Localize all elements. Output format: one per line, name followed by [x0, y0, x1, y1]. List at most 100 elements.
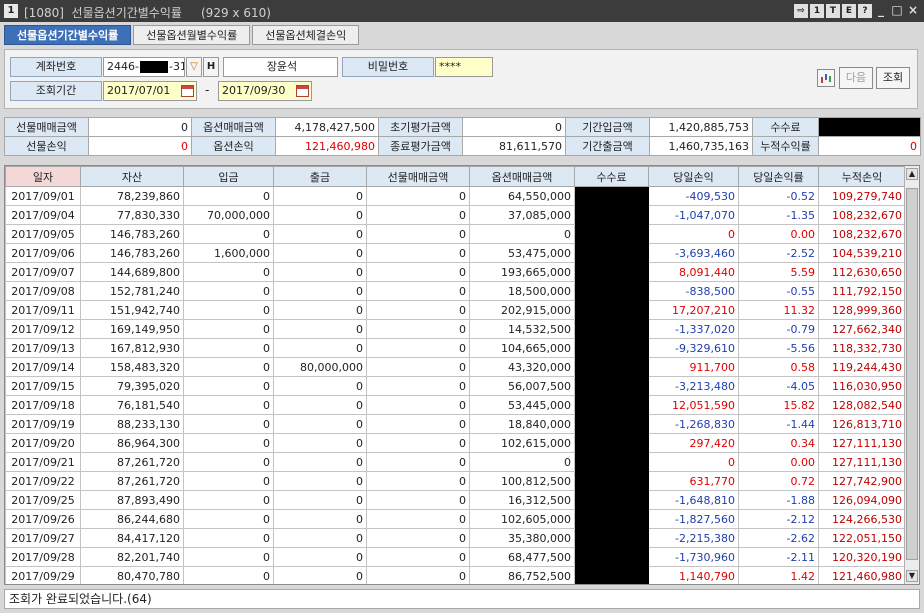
table-row[interactable]: 2017/09/08 152,781,240 0 0 0 18,500,000 -838,5… — [5, 281, 906, 301]
cell-date: 2017/09/01 — [5, 186, 81, 206]
cell-options-amount: 102,615,000 — [469, 433, 575, 453]
futures-trade-amount-label: 선물매매금액 — [4, 117, 89, 137]
cell-deposit: 0 — [183, 528, 274, 548]
cell-daily-pnl: -9,329,610 — [648, 338, 739, 358]
daily-pnl-grid[interactable]: 일자 자산 입금 출금 선물매매금액 옵션매매금액 수수료 당일손익 당일손익률… — [4, 165, 920, 585]
dropdown-arrow-icon[interactable]: ▽ — [186, 57, 202, 77]
query-button[interactable]: 조회 — [876, 67, 910, 89]
table-row[interactable]: 2017/09/12 169,149,950 0 0 0 14,532,500 -1,337… — [5, 319, 906, 339]
col-header-cumulative-pnl[interactable]: 누적손익 — [818, 166, 906, 187]
cell-daily-pnl: 297,420 — [648, 433, 739, 453]
date-from-field[interactable]: 2017/07/01 — [103, 81, 197, 101]
chart-icon[interactable] — [817, 69, 835, 87]
date-to-field[interactable]: 2017/09/30 — [218, 81, 312, 101]
link-icon[interactable]: ⇨ — [794, 4, 808, 18]
cell-options-amount: 100,812,500 — [469, 471, 575, 491]
table-row[interactable]: 2017/09/25 87,893,490 0 0 0 16,312,500 -1,648,… — [5, 490, 906, 510]
table-row[interactable]: 2017/09/21 87,261,720 0 0 0 0 0 0.00 127,111,130 — [5, 452, 906, 472]
scroll-down-icon[interactable]: ▼ — [906, 570, 918, 582]
cell-fee — [574, 528, 649, 548]
table-row[interactable]: 2017/09/05 146,783,260 0 0 0 0 0 0.00 108,232,67… — [5, 224, 906, 244]
cell-withdrawal: 80,000,000 — [273, 357, 367, 377]
cell-futures-amount: 0 — [366, 471, 470, 491]
table-row[interactable]: 2017/09/01 78,239,860 0 0 0 64,550,000 -409,53… — [5, 186, 906, 206]
final-valuation-label: 종료평가금액 — [378, 136, 463, 156]
password-label: 비밀번호 — [342, 57, 434, 77]
cell-cumulative-pnl: 127,111,130 — [818, 433, 906, 453]
close-button[interactable]: × — [906, 4, 920, 18]
col-header-assets[interactable]: 자산 — [80, 166, 184, 187]
history-icon[interactable]: H — [203, 57, 219, 77]
table-row[interactable]: 2017/09/18 76,181,540 0 0 0 53,445,000 12,051,… — [5, 395, 906, 415]
cell-fee — [574, 414, 649, 434]
cell-assets: 77,830,330 — [80, 205, 184, 225]
col-header-futures-amount[interactable]: 선물매매금액 — [366, 166, 470, 187]
cell-deposit: 0 — [183, 452, 274, 472]
table-row[interactable]: 2017/09/04 77,830,330 70,000,000 0 0 37,085,0… — [5, 205, 906, 225]
cell-cumulative-pnl: 127,662,340 — [818, 319, 906, 339]
table-row[interactable]: 2017/09/26 86,244,680 0 0 0 102,605,000 -1,827… — [5, 509, 906, 529]
col-header-options-amount[interactable]: 옵션매매금액 — [469, 166, 575, 187]
col-header-deposit[interactable]: 입금 — [183, 166, 274, 187]
cell-daily-pnl: 0 — [648, 452, 739, 472]
maximize-button[interactable]: □ — [890, 4, 904, 18]
options-trade-amount-label: 옵션매매금액 — [191, 117, 276, 137]
cell-assets: 79,395,020 — [80, 376, 184, 396]
next-button[interactable]: 다음 — [839, 67, 873, 89]
cell-fee — [574, 471, 649, 491]
col-header-fee[interactable]: 수수료 — [574, 166, 649, 187]
cell-cumulative-pnl: 126,094,090 — [818, 490, 906, 510]
t-button[interactable]: T — [826, 4, 840, 18]
table-row[interactable]: 2017/09/15 79,395,020 0 0 0 56,007,500 -3,213,… — [5, 376, 906, 396]
help-icon[interactable]: ? — [858, 4, 872, 18]
password-field[interactable]: **** — [435, 57, 493, 77]
tab-monthly-return[interactable]: 선물옵션월별수익률 — [133, 25, 251, 45]
one-button[interactable]: 1 — [810, 4, 824, 18]
cell-assets: 88,233,130 — [80, 414, 184, 434]
cell-options-amount: 0 — [469, 452, 575, 472]
tab-period-return[interactable]: 선물옵션기간별수익률 — [4, 25, 132, 45]
e-button[interactable]: E — [842, 4, 856, 18]
cell-futures-amount: 0 — [366, 433, 470, 453]
table-row[interactable]: 2017/09/29 80,470,780 0 0 0 86,752,500 1,140,7… — [5, 566, 906, 584]
calendar-icon[interactable] — [181, 85, 194, 97]
vertical-scrollbar[interactable]: ▲ ▼ — [904, 166, 919, 584]
cell-cumulative-pnl: 122,051,150 — [818, 528, 906, 548]
table-row[interactable]: 2017/09/11 151,942,740 0 0 0 202,915,000 17,20… — [5, 300, 906, 320]
table-row[interactable]: 2017/09/13 167,812,930 0 0 0 104,665,000 -9,32… — [5, 338, 906, 358]
futures-pnl-label: 선물손익 — [4, 136, 89, 156]
cell-daily-return: -0.79 — [738, 319, 819, 339]
window-icon: 1 — [4, 4, 18, 18]
col-header-daily-pnl[interactable]: 당일손익 — [648, 166, 739, 187]
account-name-field: 장윤석 — [223, 57, 338, 77]
account-number-field[interactable]: 2446--31 — [103, 57, 185, 77]
cell-date: 2017/09/14 — [5, 357, 81, 377]
table-row[interactable]: 2017/09/28 82,201,740 0 0 0 68,477,500 -1,730,… — [5, 547, 906, 567]
table-row[interactable]: 2017/09/20 86,964,300 0 0 0 102,615,000 297,42… — [5, 433, 906, 453]
minimize-button[interactable]: _ — [874, 4, 888, 18]
col-header-daily-return[interactable]: 당일손익률 — [738, 166, 819, 187]
cell-futures-amount: 0 — [366, 376, 470, 396]
col-header-withdrawal[interactable]: 출금 — [273, 166, 367, 187]
table-row[interactable]: 2017/09/14 158,483,320 0 80,000,000 0 43,320,… — [5, 357, 906, 377]
table-row[interactable]: 2017/09/19 88,233,130 0 0 0 18,840,000 -1,268,… — [5, 414, 906, 434]
cell-cumulative-pnl: 104,539,210 — [818, 243, 906, 263]
table-row[interactable]: 2017/09/27 84,417,120 0 0 0 35,380,000 -2,215,… — [5, 528, 906, 548]
cell-date: 2017/09/12 — [5, 319, 81, 339]
calendar-icon[interactable] — [296, 85, 309, 97]
col-header-date[interactable]: 일자 — [5, 166, 81, 187]
cell-daily-return: -2.12 — [738, 509, 819, 529]
period-deposit-value: 1,420,885,753 — [649, 117, 753, 137]
tab-trade-pnl[interactable]: 선물옵션체결손익 — [252, 25, 360, 45]
table-row[interactable]: 2017/09/22 87,261,720 0 0 0 100,812,500 631,77… — [5, 471, 906, 491]
cell-assets: 80,470,780 — [80, 566, 184, 584]
table-row[interactable]: 2017/09/07 144,689,800 0 0 0 193,665,000 8,091… — [5, 262, 906, 282]
scroll-thumb[interactable] — [906, 188, 918, 560]
cell-date: 2017/09/04 — [5, 205, 81, 225]
cell-options-amount: 18,840,000 — [469, 414, 575, 434]
cell-fee — [574, 338, 649, 358]
cell-futures-amount: 0 — [366, 224, 470, 244]
scroll-up-icon[interactable]: ▲ — [906, 168, 918, 180]
cell-assets: 87,261,720 — [80, 471, 184, 491]
table-row[interactable]: 2017/09/06 146,783,260 1,600,000 0 0 53,475,0… — [5, 243, 906, 263]
